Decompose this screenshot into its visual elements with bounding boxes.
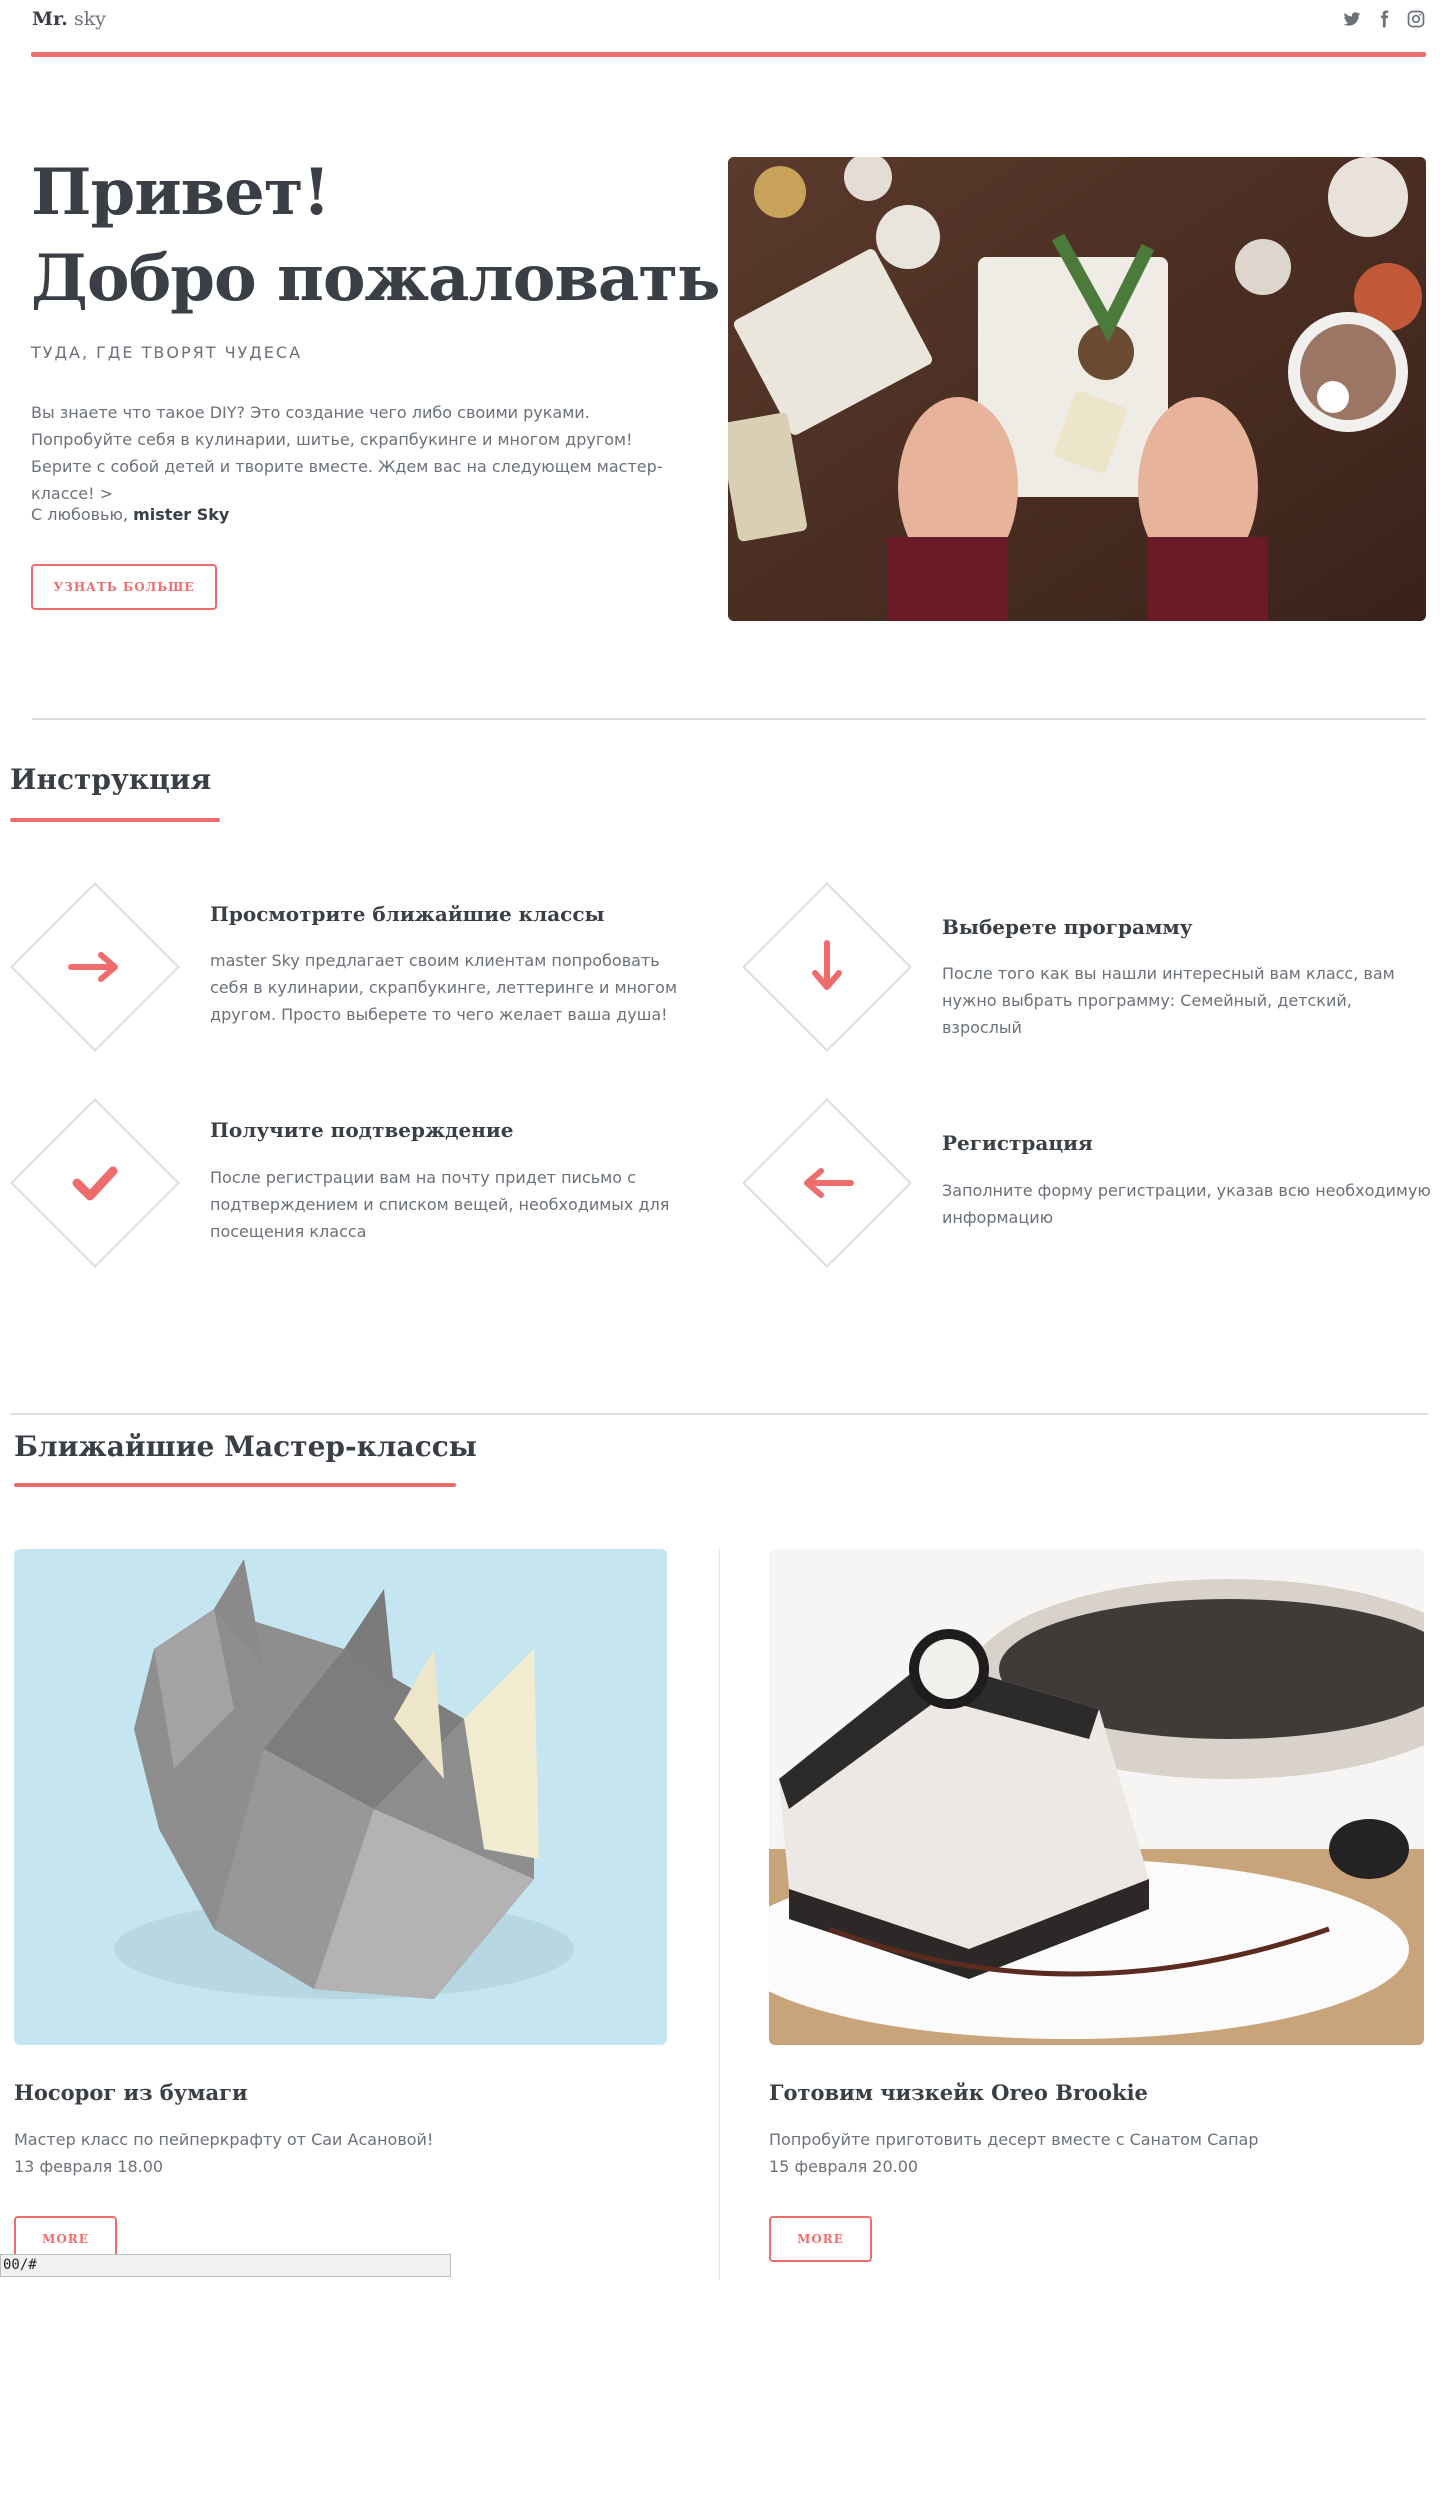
step-text: Заполните форму регистрации, указав всю …	[942, 1181, 1431, 1227]
learn-more-button[interactable]: УЗНАТЬ БОЛЬШЕ	[31, 564, 217, 610]
paper-rhino-image[interactable]	[14, 1549, 667, 2045]
card-date: 15 февраля 20.00	[769, 2157, 919, 2176]
instructions-title: Инструкция	[10, 763, 212, 796]
arrow-right-icon	[68, 952, 118, 982]
hero-title: Привет! Добро пожаловать	[31, 155, 720, 316]
hero-gift-image	[728, 157, 1426, 621]
step-text: master Sky предлагает своим клиентам поп…	[210, 951, 678, 1024]
step-title: Регистрация	[942, 1131, 1093, 1155]
arrow-down-icon	[812, 940, 842, 990]
hero-subtitle: ТУДА, ГДЕ ТВОРЯТ ЧУДЕСА	[31, 343, 303, 362]
classes-title: Ближайшие Мастер-классы	[14, 1430, 477, 1463]
step-title: Выберете программу	[942, 915, 1193, 939]
logo[interactable]: Mr. sky	[32, 8, 106, 30]
cards-divider	[719, 1549, 720, 2279]
header-accent-line	[31, 52, 1426, 57]
step-diamond	[742, 882, 912, 1052]
step-diamond	[742, 1098, 912, 1268]
more-button[interactable]: MORE	[769, 2216, 872, 2262]
card-description: Попробуйте приготовить десерт вместе с С…	[769, 2130, 1259, 2149]
checkmark-icon	[72, 1166, 118, 1201]
card-title[interactable]: Готовим чизкейк Oreo Brookie	[769, 2080, 1148, 2105]
step-diamond	[10, 1098, 180, 1268]
step-title: Просмотрите ближайшие классы	[210, 902, 605, 926]
oreo-cheesecake-image[interactable]	[769, 1549, 1424, 2045]
step-text: После того как вы нашли интересный вам к…	[942, 964, 1395, 1037]
facebook-icon[interactable]	[1374, 9, 1394, 29]
step-diamond	[10, 882, 180, 1052]
instructions-underline	[10, 818, 220, 822]
twitter-icon[interactable]	[1342, 9, 1362, 29]
top-bar: Mr. sky	[32, 0, 1426, 60]
link-status-bar: 00/#	[0, 2254, 451, 2277]
hero-signature: С любовью, mister Sky	[31, 505, 230, 524]
instagram-icon[interactable]	[1406, 9, 1426, 29]
hero-text: Вы знаете что такое DIY? Это создание че…	[31, 403, 663, 503]
arrow-left-icon	[804, 1168, 854, 1198]
social-links	[1342, 9, 1426, 29]
divider-line	[32, 718, 1426, 720]
card-description: Мастер класс по пейперкрафту от Саи Асан…	[14, 2130, 434, 2149]
step-text: После регистрации вам на почту придет пи…	[210, 1168, 670, 1241]
card-title[interactable]: Носорог из бумаги	[14, 2080, 248, 2105]
classes-underline	[14, 1483, 456, 1487]
divider-line	[10, 1413, 1428, 1415]
step-title: Получите подтверждение	[210, 1118, 514, 1142]
card-date: 13 февраля 18.00	[14, 2157, 164, 2176]
